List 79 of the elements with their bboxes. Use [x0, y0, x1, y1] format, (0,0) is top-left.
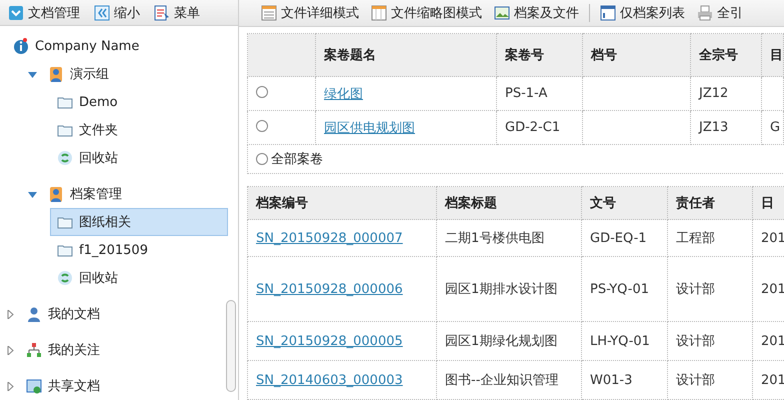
- tree-item[interactable]: 回收站: [50, 264, 125, 292]
- expanded-caret-icon[interactable]: [28, 190, 37, 198]
- double-left-chevron-icon: [94, 4, 110, 20]
- table-cell: 设计部: [668, 360, 752, 400]
- tree-item[interactable]: 档案管理: [41, 180, 129, 208]
- column-header: 档案标题: [436, 186, 582, 220]
- column-header: 案卷号: [496, 34, 582, 76]
- table-cell: 园区1期绿化规划图: [436, 322, 582, 360]
- user-group-icon: [48, 186, 64, 202]
- table-cell: JZ13: [690, 110, 762, 144]
- list-view-icon: [261, 5, 277, 21]
- tree-item[interactable]: f1_201509: [50, 236, 155, 264]
- column-header: 目: [762, 34, 784, 76]
- table-cell: PS-1-A: [496, 76, 582, 110]
- window-icon: [600, 5, 616, 21]
- radio-button[interactable]: [256, 86, 268, 98]
- column-header: 文号: [582, 186, 668, 220]
- radio-button[interactable]: [256, 153, 268, 165]
- printer-icon: [697, 5, 713, 21]
- file-link[interactable]: SN_20150928_000007: [256, 230, 403, 246]
- table-cell: 图书--企业知识管理: [436, 360, 582, 400]
- tree-item[interactable]: 文件夹: [50, 116, 125, 144]
- table-cell: LH-YQ-01: [582, 322, 668, 360]
- collapsed-caret-icon[interactable]: [6, 346, 15, 354]
- volume-link[interactable]: 绿化图: [324, 86, 363, 102]
- toolbar-button[interactable]: 仅档案列表: [598, 2, 687, 24]
- tree-item[interactable]: 我的文档: [19, 300, 107, 328]
- table-cell: 工程部: [668, 220, 752, 256]
- table-cell: G: [762, 110, 784, 144]
- menu-icon: [154, 4, 170, 20]
- column-header: 档案编号: [248, 186, 436, 220]
- toolbar-button[interactable]: 文件详细模式: [259, 2, 361, 24]
- scrollbar[interactable]: [226, 300, 236, 392]
- file-link[interactable]: SN_20150928_000006: [256, 282, 403, 296]
- tree-item[interactable]: Company Name: [6, 32, 146, 60]
- dropdown-icon: [8, 4, 24, 20]
- recycle-bin-icon: [57, 150, 73, 166]
- network-icon: [26, 342, 42, 358]
- column-header: 全宗号: [690, 34, 762, 76]
- toolbar-button[interactable]: 档案及文件: [492, 2, 581, 24]
- tree-item[interactable]: Demo: [50, 88, 125, 116]
- info-icon: [13, 38, 29, 54]
- shared-folder-icon: [26, 378, 42, 394]
- table-cell: PS-YQ-01: [582, 256, 668, 322]
- tree-item[interactable]: 我的关注: [19, 336, 107, 364]
- image-icon: [494, 5, 510, 21]
- table-cell: 二期1号楼供电图: [436, 220, 582, 256]
- file-link[interactable]: SN_20140603_000003: [256, 372, 403, 388]
- column-header: 案卷题名: [316, 34, 496, 76]
- table-cell: 园区1期排水设计图: [436, 256, 582, 322]
- collapsed-caret-icon[interactable]: [6, 310, 15, 318]
- table-cell: W01-3: [582, 360, 668, 400]
- table-cell: 设计部: [668, 256, 752, 322]
- recycle-bin-icon: [57, 270, 73, 286]
- tree-item[interactable]: 图纸相关: [50, 208, 228, 236]
- tree-item[interactable]: 演示组: [41, 60, 116, 88]
- user-group-icon: [48, 66, 64, 82]
- column-header: 责任者: [668, 186, 752, 220]
- toolbar-button[interactable]: 缩小: [92, 2, 142, 24]
- toolbar-button[interactable]: 文档管理: [6, 2, 82, 24]
- column-header: 档号: [582, 34, 690, 76]
- table-cell: 设计部: [668, 322, 752, 360]
- table-cell: JZ12: [690, 76, 762, 110]
- table-cell: GD-2-C1: [496, 110, 582, 144]
- radio-button[interactable]: [256, 120, 268, 132]
- file-link[interactable]: SN_20150928_000005: [256, 334, 403, 348]
- collapsed-caret-icon[interactable]: [6, 382, 15, 390]
- table-cell: GD-EQ-1: [582, 220, 668, 256]
- toolbar-button[interactable]: 文件缩略图模式: [369, 2, 484, 24]
- person-icon: [26, 306, 42, 322]
- expanded-caret-icon[interactable]: [28, 70, 37, 78]
- toolbar-button[interactable]: 菜单: [152, 2, 202, 24]
- volume-link[interactable]: 园区供电规划图: [324, 120, 415, 136]
- thumbnail-view-icon: [371, 5, 387, 21]
- tree-item[interactable]: 回收站: [50, 144, 125, 172]
- radio-label: 全部案卷: [271, 151, 323, 168]
- column-header: 日: [752, 186, 784, 220]
- tree-item[interactable]: 共享文档: [19, 372, 107, 400]
- toolbar-button[interactable]: 全引: [695, 2, 745, 24]
